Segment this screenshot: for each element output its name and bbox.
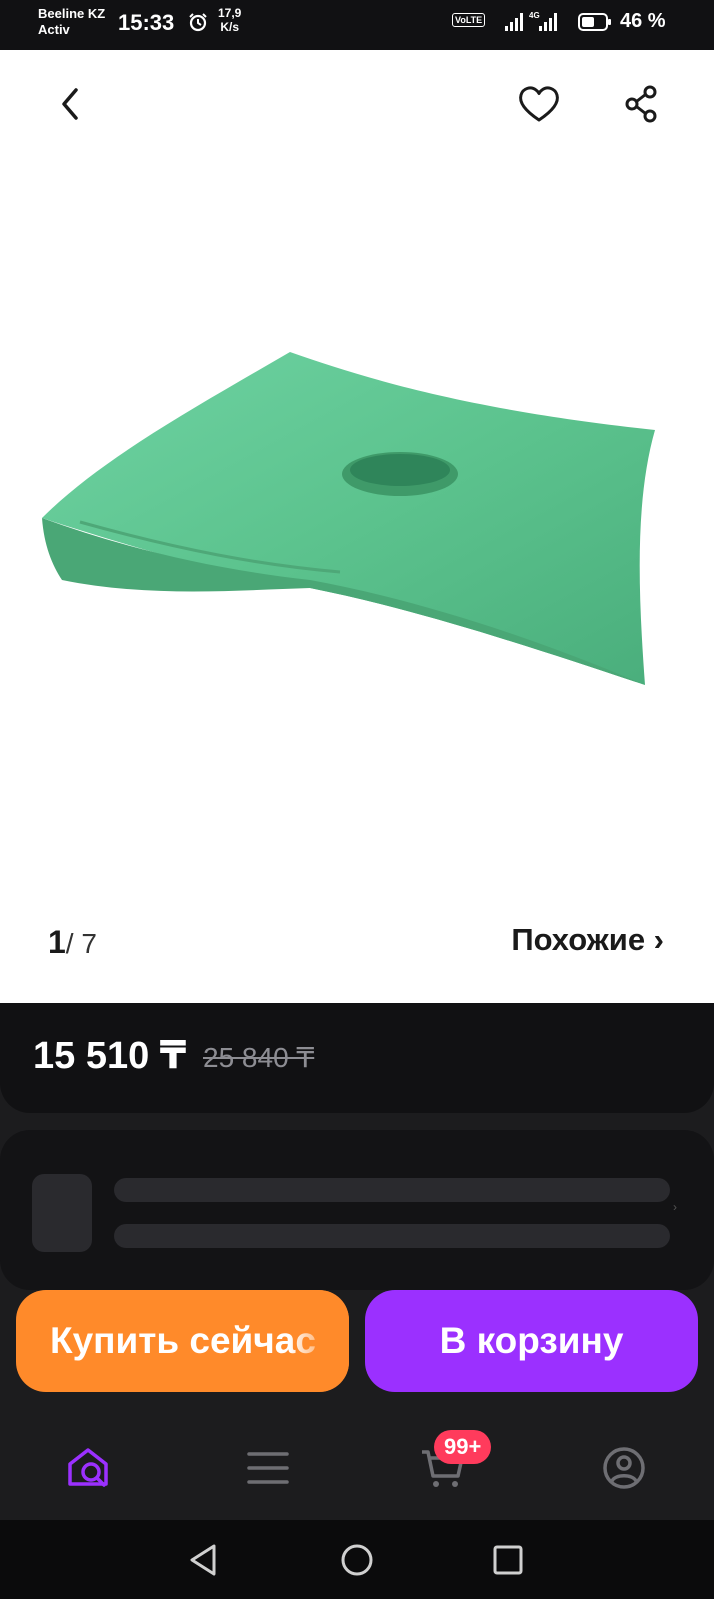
product-image-pillow (42, 352, 655, 685)
share-icon[interactable] (620, 82, 664, 126)
loading-thumbnail (32, 1174, 92, 1252)
system-home-icon[interactable] (337, 1540, 377, 1580)
network-speed: 17,9 K/s (218, 6, 241, 34)
svg-text:4G: 4G (529, 11, 540, 20)
status-time: 15:33 (118, 10, 175, 35)
old-price: 25 840 ₸ (203, 1042, 315, 1073)
status-bar: Beeline KZ Activ 15:33 17,9 K/s VoLTE 4G… (0, 0, 714, 50)
current-price: 15 510 ₸ (33, 1035, 187, 1077)
chevron-right-icon: › (673, 1200, 677, 1214)
system-back-icon[interactable] (184, 1540, 224, 1580)
button-fade (289, 1290, 349, 1392)
image-counter-current: 1 (48, 924, 66, 960)
add-to-cart-button[interactable]: В корзину (365, 1290, 698, 1392)
network-speed-value: 17,9 (218, 6, 242, 20)
catalog-menu-icon[interactable] (243, 1442, 295, 1494)
back-arrow-icon[interactable] (48, 82, 92, 126)
battery-percent: 46 % (620, 10, 666, 32)
similar-products-link[interactable]: Похожие › (511, 922, 664, 958)
volte-icon: VoLTE (452, 13, 486, 27)
system-recents-icon[interactable] (488, 1540, 528, 1580)
carrier-line-1: Beeline KZ (38, 6, 106, 21)
loading-line (114, 1178, 670, 1202)
home-search-icon[interactable] (64, 1442, 116, 1494)
image-counter-total: / 7 (65, 928, 97, 959)
battery-icon (578, 13, 611, 31)
heart-icon[interactable] (516, 82, 562, 126)
profile-icon[interactable] (598, 1442, 650, 1494)
signal-icon: 4G (505, 11, 557, 31)
loading-line (114, 1224, 670, 1248)
carrier-line-2: Activ (38, 22, 70, 37)
cart-count-badge: 99+ (434, 1430, 492, 1464)
buy-now-button[interactable]: Купить сейчас (16, 1290, 349, 1392)
loading-card (0, 1130, 714, 1290)
carrier-name: Beeline KZ Activ (38, 6, 105, 38)
network-speed-unit: K/s (220, 20, 240, 34)
image-counter: 1/ 7 (48, 924, 97, 961)
alarm-icon (189, 13, 207, 32)
buy-now-label: Купить сейчас (50, 1320, 316, 1361)
